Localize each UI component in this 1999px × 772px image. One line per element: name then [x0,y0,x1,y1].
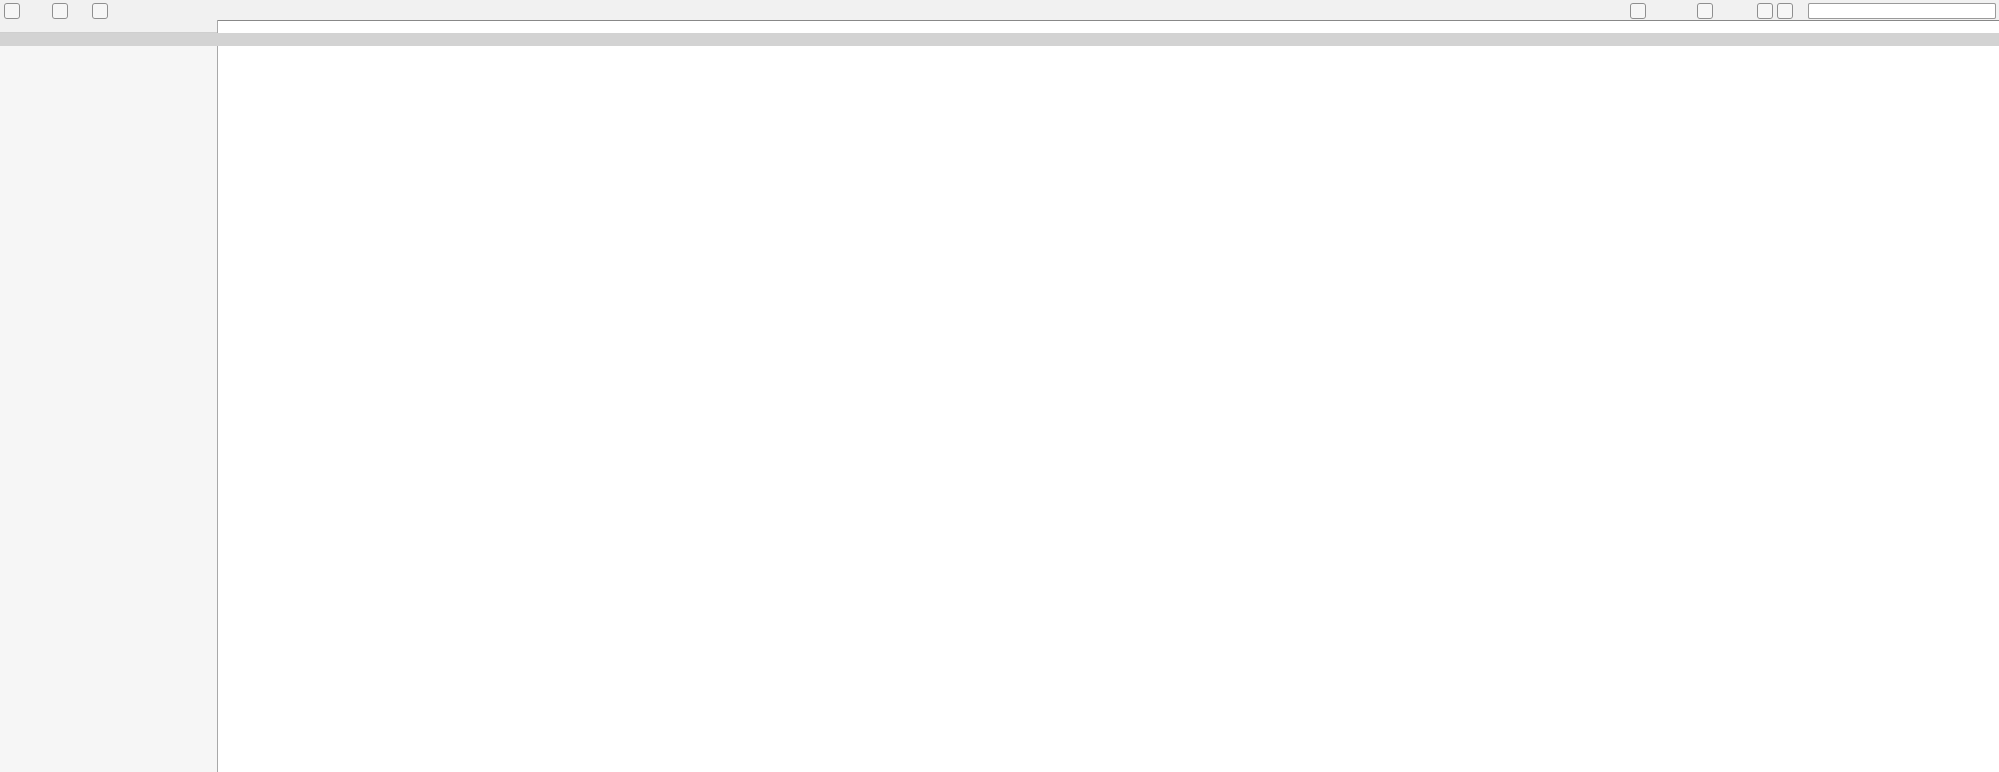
process-header[interactable] [0,33,1999,47]
processes-button[interactable] [1697,3,1713,19]
timeline-canvas[interactable] [0,46,1999,772]
save-button[interactable] [52,3,68,19]
view-options-button[interactable] [1777,3,1793,19]
record-button[interactable] [4,3,20,19]
toolbar-blank-field[interactable] [1808,3,1996,19]
track-sidebar [0,46,218,772]
time-ruler[interactable] [218,20,1999,34]
load-button[interactable] [92,3,108,19]
flow-events-button[interactable] [1630,3,1646,19]
metrics-button[interactable] [1757,3,1773,19]
profile-viewer-window [0,0,1999,772]
